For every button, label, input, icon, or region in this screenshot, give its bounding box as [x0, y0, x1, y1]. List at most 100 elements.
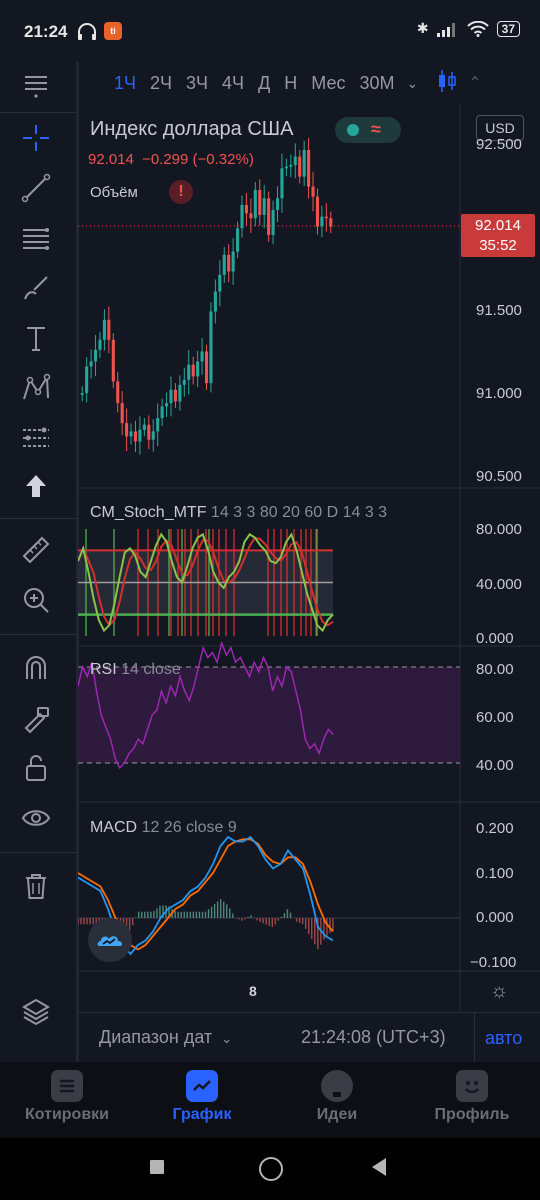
zoom-in-icon[interactable] [12, 580, 60, 620]
tradingview-logo-icon[interactable] [88, 918, 132, 962]
eye-icon[interactable] [12, 798, 60, 838]
crosshair-icon[interactable] [12, 118, 60, 158]
interval-2h[interactable]: 2Ч [150, 73, 172, 94]
candle-body [244, 204, 249, 214]
symbol-title[interactable]: Индекс доллара США [90, 118, 293, 141]
candle-body [173, 389, 177, 402]
candle-body [200, 351, 204, 362]
timezone-clock[interactable]: 21:24:08 (UTC+3) [301, 1027, 446, 1048]
candle-body [116, 381, 120, 404]
rsi-params: 14 close [121, 661, 181, 678]
candle-body [280, 168, 284, 199]
settings-gear-icon[interactable]: ☼ [490, 980, 508, 1003]
macd-name: MACD [90, 819, 138, 836]
auto-scale-button[interactable]: авто [474, 1013, 522, 1063]
more-chevron-icon[interactable]: ⌃ [468, 73, 481, 93]
rsi-axis-label: 80.00 [476, 661, 514, 678]
date-range-bar: Диапазон дат ⌄ 21:24:08 (UTC+3) авто [78, 1012, 540, 1063]
candle-body [311, 186, 315, 197]
candle-body [218, 274, 222, 292]
nav-chart[interactable]: График [142, 1070, 262, 1124]
lock-drawing-icon[interactable] [12, 698, 60, 738]
bottom-navigation: Котировки График Идеи Профиль [0, 1062, 540, 1138]
recent-apps-icon[interactable] [150, 1160, 164, 1174]
candle-body [147, 424, 151, 440]
wave-icon: ≈ [371, 119, 381, 139]
candle-body [267, 198, 271, 235]
stoch-legend[interactable]: CM_Stoch_MTF 14 3 3 80 20 60 D 14 3 3 [90, 504, 387, 522]
candle-body [222, 254, 226, 275]
nav-profile[interactable]: Профиль [412, 1070, 532, 1124]
rsi-band [78, 667, 460, 763]
interval-4h[interactable]: 4Ч [222, 73, 244, 94]
volume-label[interactable]: Объём [90, 184, 138, 201]
nav-ideas-label: Идеи [316, 1106, 358, 1123]
chart-type-candles-icon[interactable] [436, 68, 458, 99]
magnet-icon[interactable] [12, 648, 60, 688]
menu-icon[interactable] [12, 64, 60, 104]
candle-body [182, 379, 186, 385]
market-status-pill[interactable]: ≈ [335, 117, 401, 143]
rsi-legend[interactable]: RSI 14 close [90, 661, 181, 679]
interval-dropdown-icon[interactable]: ⌄ [407, 75, 419, 92]
quotes-icon [51, 1070, 83, 1102]
nav-quotes[interactable]: Котировки [7, 1070, 127, 1124]
price-axis-label: 90.500 [476, 468, 522, 485]
date-range-chevron-icon: ⌄ [221, 1031, 233, 1046]
time-axis-label: 8 [249, 983, 257, 999]
macd-axis-label: 0.200 [476, 820, 514, 837]
prediction-icon[interactable] [12, 418, 60, 458]
interval-month[interactable]: Мес [311, 73, 345, 94]
chart-icon [186, 1070, 218, 1102]
interval-day[interactable]: Д [258, 73, 270, 94]
drawing-toolbar [0, 62, 79, 1062]
nav-chart-label: График [172, 1106, 232, 1123]
candle-body [315, 196, 320, 227]
macd-axis-label: 0.000 [476, 909, 514, 926]
date-range-label: Диапазон дат [99, 1027, 213, 1047]
signal-icon [436, 22, 455, 37]
interval-selector: 1Ч 2Ч 3Ч 4Ч Д Н Мес 30М ⌄ ⌃ [80, 62, 540, 104]
interval-3h[interactable]: 3Ч [186, 73, 208, 94]
candle-body [111, 339, 115, 382]
text-tool-icon[interactable] [12, 318, 60, 358]
candle-body [307, 149, 311, 187]
layers-icon[interactable] [12, 992, 60, 1032]
candle-body [138, 429, 142, 442]
nav-ideas[interactable]: Идеи [277, 1070, 397, 1124]
price-axis-label: 91.500 [476, 302, 522, 319]
interval-30m[interactable]: 30М [359, 73, 394, 94]
candle-body [85, 366, 89, 394]
arrow-up-icon[interactable] [12, 466, 60, 506]
brush-icon[interactable] [12, 268, 60, 308]
app-notification-icon: ti [104, 22, 122, 40]
nav-profile-label: Профиль [434, 1106, 510, 1123]
macd-legend[interactable]: MACD 12 26 close 9 [90, 819, 237, 837]
unlock-icon[interactable] [12, 748, 60, 788]
candle-body [98, 339, 102, 350]
candle-body [240, 204, 244, 229]
candle-body [236, 228, 240, 252]
warning-icon[interactable]: ! [169, 180, 193, 204]
last-price-tag: 92.014 35:52 [461, 214, 535, 257]
candle-body [271, 209, 275, 235]
legend-price: 92.014 [88, 151, 134, 168]
stoch-name: CM_Stoch_MTF [90, 504, 207, 521]
candle-body [209, 311, 213, 384]
candle-body [178, 384, 182, 402]
candle-body [231, 251, 235, 272]
pattern-icon[interactable] [12, 368, 60, 408]
interval-1h[interactable]: 1Ч [114, 73, 136, 94]
back-icon[interactable] [372, 1158, 386, 1176]
fib-retracement-icon[interactable] [12, 218, 60, 258]
candle-body [187, 364, 191, 380]
date-range-button[interactable]: Диапазон дат ⌄ [99, 1027, 232, 1048]
home-icon[interactable] [259, 1157, 283, 1181]
trash-icon[interactable] [12, 866, 60, 906]
legend-change: −0.299 (−0.32%) [142, 151, 254, 168]
candle-body [320, 216, 324, 227]
candle-body [133, 431, 138, 442]
trend-line-icon[interactable] [12, 168, 60, 208]
ruler-icon[interactable] [12, 530, 60, 570]
interval-week[interactable]: Н [284, 73, 297, 94]
